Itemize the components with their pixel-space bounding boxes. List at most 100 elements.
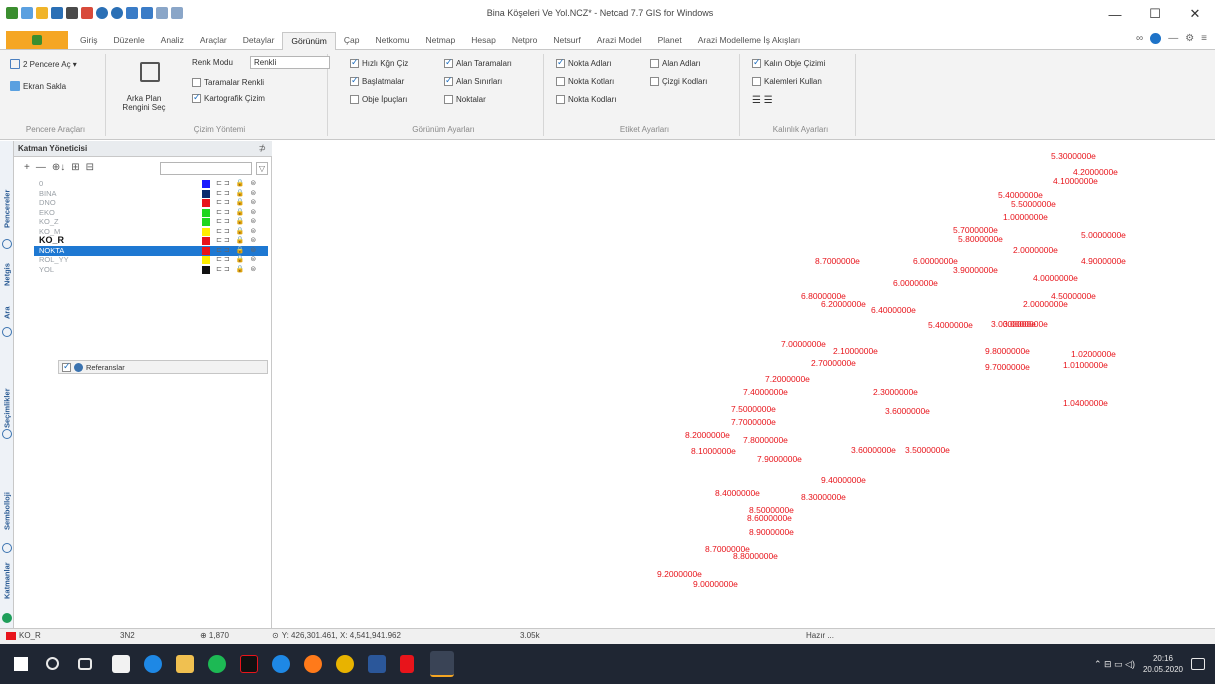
hatch-color-toggle[interactable]: Taramalar Renkli: [192, 78, 264, 87]
tab-6[interactable]: Çap: [336, 32, 368, 50]
point-label[interactable]: 2.0000000e: [1013, 245, 1058, 255]
tab-7[interactable]: Netkomu: [367, 32, 417, 50]
word-icon[interactable]: [368, 655, 386, 673]
point-label[interactable]: 9.4000000e: [821, 475, 866, 485]
tab-9[interactable]: Hesap: [463, 32, 504, 50]
point-label[interactable]: 8.2000000e: [685, 430, 730, 440]
layers-icon[interactable]: [81, 7, 93, 19]
point-label[interactable]: 9.0000000e: [693, 579, 738, 589]
tab-5[interactable]: Görünüm: [282, 32, 336, 50]
point-label[interactable]: 7.7000000e: [731, 417, 776, 427]
point-codes-toggle[interactable]: Nokta Kodları: [556, 95, 616, 104]
color-mode-select[interactable]: Renkli: [250, 56, 330, 69]
point-elevations-checkbox[interactable]: [556, 77, 565, 86]
point-label[interactable]: 2.1000000e: [833, 346, 878, 356]
layer-color-swatch[interactable]: [202, 246, 210, 255]
app-icon[interactable]: [6, 7, 18, 19]
layer-row[interactable]: KO_Z ⊏⊐ 🔒 ⊜: [34, 217, 268, 227]
side-tab-layers[interactable]: Katmanlar: [0, 551, 14, 611]
store-icon[interactable]: [112, 655, 130, 673]
point-label[interactable]: 2.3000000e: [873, 387, 918, 397]
redo-icon[interactable]: [111, 7, 123, 19]
layer-color-swatch[interactable]: [202, 189, 210, 198]
side-tab-search[interactable]: Ara: [0, 301, 14, 325]
tab-14[interactable]: Arazi Modelleme İş Akışları: [690, 32, 809, 50]
layer-visibility-lock-icons[interactable]: ⊏⊐ 🔒 ⊜: [216, 189, 258, 197]
object-tips-toggle[interactable]: Obje İpuçları: [350, 95, 407, 104]
close-button[interactable]: ✕: [1175, 0, 1215, 28]
tab-0[interactable]: Giriş: [72, 32, 105, 50]
use-pens-checkbox[interactable]: [752, 77, 761, 86]
undo-icon[interactable]: [96, 7, 108, 19]
notification-icon[interactable]: [1191, 658, 1205, 670]
settings-icon[interactable]: ⚙: [1185, 33, 1194, 44]
layer-search-input[interactable]: [160, 162, 252, 175]
point-label[interactable]: 1.0400000e: [1063, 398, 1108, 408]
point-label[interactable]: 3.5000000e: [905, 445, 950, 455]
point-label[interactable]: 8.8000000e: [733, 551, 778, 561]
layer-row[interactable]: DNO ⊏⊐ 🔒 ⊜: [34, 198, 268, 208]
fast-draw-toggle[interactable]: Hızlı Kğn Çiz: [350, 57, 408, 68]
maximize-button[interactable]: ☐: [1135, 0, 1175, 28]
menu-icon[interactable]: ≡: [1201, 33, 1207, 44]
layer-visibility-lock-icons[interactable]: ⊏⊐ 🔒 ⊜: [216, 217, 258, 225]
spotify-icon[interactable]: [208, 655, 226, 673]
grid-icon[interactable]: [126, 7, 138, 19]
layer-color-swatch[interactable]: [202, 208, 210, 217]
point-label[interactable]: 7.9000000e: [757, 454, 802, 464]
layer-row[interactable]: KO_M ⊏⊐ 🔒 ⊜: [34, 227, 268, 237]
layer-visibility-lock-icons[interactable]: ⊏⊐ 🔒 ⊜: [216, 255, 258, 263]
filter-icon[interactable]: ▽: [256, 162, 268, 175]
reference-node[interactable]: Referanslar: [58, 360, 268, 374]
point-label[interactable]: 7.4000000e: [743, 387, 788, 397]
tab-12[interactable]: Arazi Model: [589, 32, 650, 50]
new-file-icon[interactable]: [21, 7, 33, 19]
area-hatch-checkbox[interactable]: [444, 57, 453, 68]
side-tab-symbology[interactable]: Sembolloji: [0, 481, 14, 541]
frame-icon[interactable]: [156, 7, 168, 19]
line-codes-toggle[interactable]: Çizgi Kodları: [650, 77, 707, 86]
point-label[interactable]: 4.9000000e: [1081, 256, 1126, 266]
point-label[interactable]: 3.6000000e: [885, 406, 930, 416]
area-names-toggle[interactable]: Alan Adları: [650, 59, 701, 68]
status-mode[interactable]: 3N2: [120, 631, 135, 640]
tab-11[interactable]: Netsurf: [545, 32, 588, 50]
layer-color-swatch[interactable]: [202, 265, 210, 274]
layer-visibility-lock-icons[interactable]: ⊏⊐ 🔒 ⊜: [216, 236, 258, 244]
search-icon[interactable]: [46, 657, 59, 670]
minus-icon[interactable]: —: [1168, 33, 1178, 44]
area-hatch-toggle[interactable]: Alan Taramaları: [444, 57, 512, 68]
layer-visibility-lock-icons[interactable]: ⊏⊐ 🔒 ⊜: [216, 179, 258, 187]
window-icon[interactable]: [171, 7, 183, 19]
object-tips-checkbox[interactable]: [350, 95, 359, 104]
point-label[interactable]: 3.6000000e: [851, 445, 896, 455]
point-label[interactable]: 6.0000000e: [893, 278, 938, 288]
sort-layers-icon[interactable]: ⊕↓: [52, 162, 65, 173]
layer-visibility-lock-icons[interactable]: ⊏⊐ 🔒 ⊜: [216, 198, 258, 206]
point-elevations-toggle[interactable]: Nokta Kotları: [556, 77, 614, 86]
background-color-button[interactable]: Arka Plan Rengini Seç: [122, 94, 166, 112]
cartographic-checkbox[interactable]: [192, 92, 201, 103]
add-layer-icon[interactable]: +: [24, 162, 30, 173]
layer-print-icon[interactable]: ⊟: [86, 162, 94, 173]
open-folder-icon[interactable]: [36, 7, 48, 19]
explorer-icon[interactable]: [176, 655, 194, 673]
two-window-button[interactable]: 2 Pencere Aç ▾: [10, 59, 77, 69]
hide-screen-button[interactable]: Ekran Sakla: [10, 81, 66, 91]
point-label[interactable]: 9.7000000e: [985, 362, 1030, 372]
point-label[interactable]: 9.2000000e: [657, 569, 702, 579]
tab-8[interactable]: Netmap: [417, 32, 463, 50]
windows-start-icon[interactable]: [14, 657, 28, 671]
point-label[interactable]: 7.5000000e: [731, 404, 776, 414]
layer-row[interactable]: BINA ⊏⊐ 🔒 ⊜: [34, 189, 268, 199]
point-label[interactable]: 5.5000000e: [1011, 199, 1056, 209]
clock[interactable]: 20:16 20.05.2020: [1143, 653, 1183, 675]
point-label[interactable]: 8.9000000e: [749, 527, 794, 537]
layer-visibility-lock-icons[interactable]: ⊏⊐ 🔒 ⊜: [216, 265, 258, 273]
app-icon[interactable]: [240, 655, 258, 673]
layer-grid-icon[interactable]: ⊞: [71, 162, 79, 173]
point-names-toggle[interactable]: Nokta Adları: [556, 57, 612, 68]
layer-visibility-lock-icons[interactable]: ⊏⊐ 🔒 ⊜: [216, 227, 258, 235]
layer-color-swatch[interactable]: [202, 237, 210, 245]
layer-visibility-lock-icons[interactable]: ⊏⊐ 🔒 ⊜: [216, 246, 258, 254]
